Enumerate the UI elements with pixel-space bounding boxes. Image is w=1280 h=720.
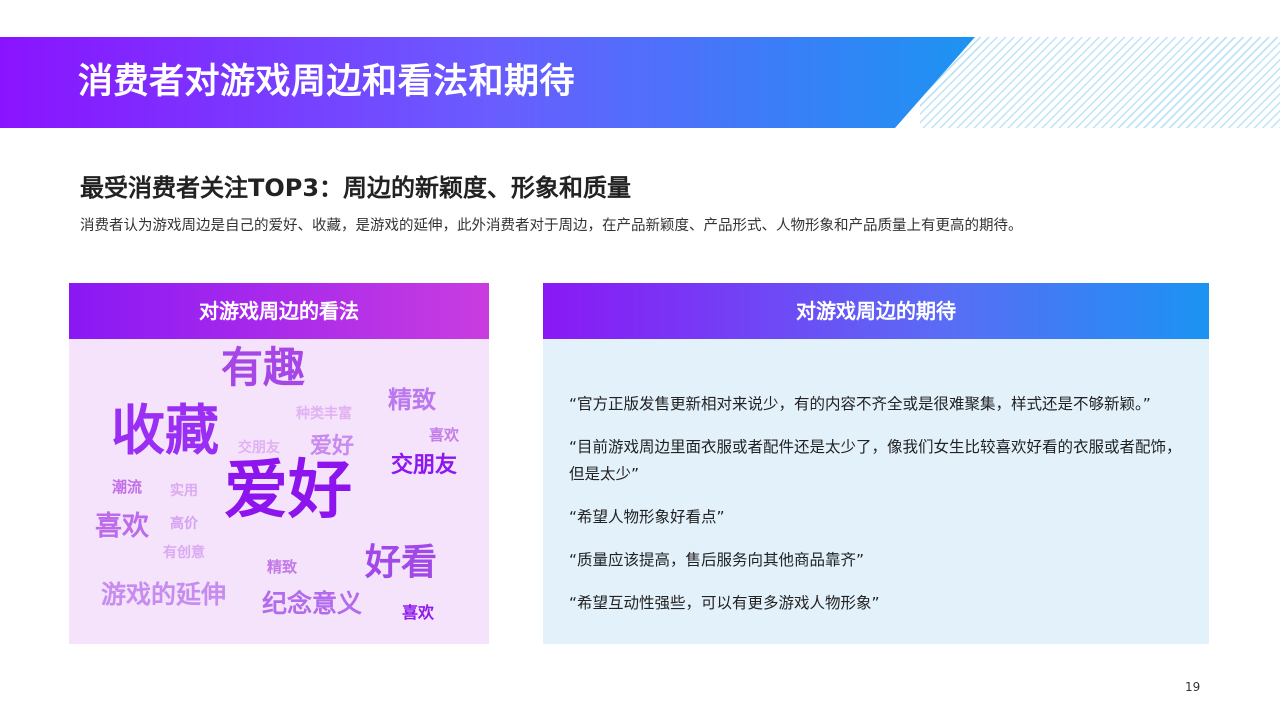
page-number: 19 bbox=[1185, 680, 1201, 694]
page-title: 消费者对游戏周边和看法和期待 bbox=[78, 62, 576, 102]
word-cloud-word: 精致 bbox=[267, 558, 298, 576]
section-subtitle: 最受消费者关注TOP3：周边的新颖度、形象和质量 bbox=[80, 174, 632, 202]
word-cloud-word: 种类丰富 bbox=[296, 406, 352, 422]
word-cloud-word: 高价 bbox=[170, 516, 198, 532]
word-cloud-word: 有趣 bbox=[221, 343, 306, 392]
word-cloud-word: 交朋友 bbox=[391, 453, 458, 478]
word-cloud-word: 爱好 bbox=[224, 454, 352, 528]
expectations-panel-title: 对游戏周边的期待 bbox=[543, 283, 1209, 339]
header-banner: 消费者对游戏周边和看法和期待 bbox=[0, 37, 975, 128]
quote-item: “目前游戏周边里面衣服或者配件还是太少了，像我们女生比较喜欢好看的衣服或者配饰，… bbox=[569, 438, 1182, 483]
word-cloud-word: 交朋友 bbox=[238, 440, 280, 456]
quote-item: “希望人物形象好看点” bbox=[569, 508, 725, 526]
word-cloud-word: 喜欢 bbox=[95, 511, 149, 542]
word-cloud-word: 潮流 bbox=[112, 478, 143, 496]
word-cloud-word: 好看 bbox=[365, 542, 438, 583]
quote-list: “官方正版发售更新相对来说少，有的内容不齐全或是很难聚集，样式还是不够新颖。” … bbox=[569, 391, 1189, 633]
word-cloud-word: 纪念意义 bbox=[262, 589, 363, 618]
expectations-panel: 对游戏周边的期待 “官方正版发售更新相对来说少，有的内容不齐全或是很难聚集，样式… bbox=[543, 283, 1209, 644]
word-cloud: 有趣 收藏 种类丰富 精致 交朋友 爱好 喜欢 交朋友 潮流 实用 爱好 喜欢 … bbox=[69, 339, 489, 644]
views-panel: 对游戏周边的看法 有趣 收藏 种类丰富 精致 交朋友 爱好 喜欢 交朋友 潮流 … bbox=[69, 283, 489, 644]
quote-item: “质量应该提高，售后服务向其他商品靠齐” bbox=[569, 551, 865, 569]
word-cloud-word: 游戏的延伸 bbox=[101, 580, 227, 609]
word-cloud-word: 精致 bbox=[388, 386, 436, 414]
quote-item: “官方正版发售更新相对来说少，有的内容不齐全或是很难聚集，样式还是不够新颖。” bbox=[569, 395, 1151, 413]
word-cloud-word: 喜欢 bbox=[429, 426, 460, 444]
quote-item: “希望互动性强些，可以有更多游戏人物形象” bbox=[569, 594, 880, 612]
word-cloud-word: 收藏 bbox=[111, 399, 219, 462]
word-cloud-word: 有创意 bbox=[163, 545, 205, 561]
views-panel-title: 对游戏周边的看法 bbox=[69, 283, 489, 339]
section-description: 消费者认为游戏周边是自己的爱好、收藏，是游戏的延伸，此外消费者对于周边，在产品新… bbox=[80, 218, 1023, 234]
header-hatch-decoration bbox=[920, 37, 1280, 128]
word-cloud-word: 实用 bbox=[170, 483, 198, 499]
word-cloud-word: 喜欢 bbox=[402, 603, 435, 622]
